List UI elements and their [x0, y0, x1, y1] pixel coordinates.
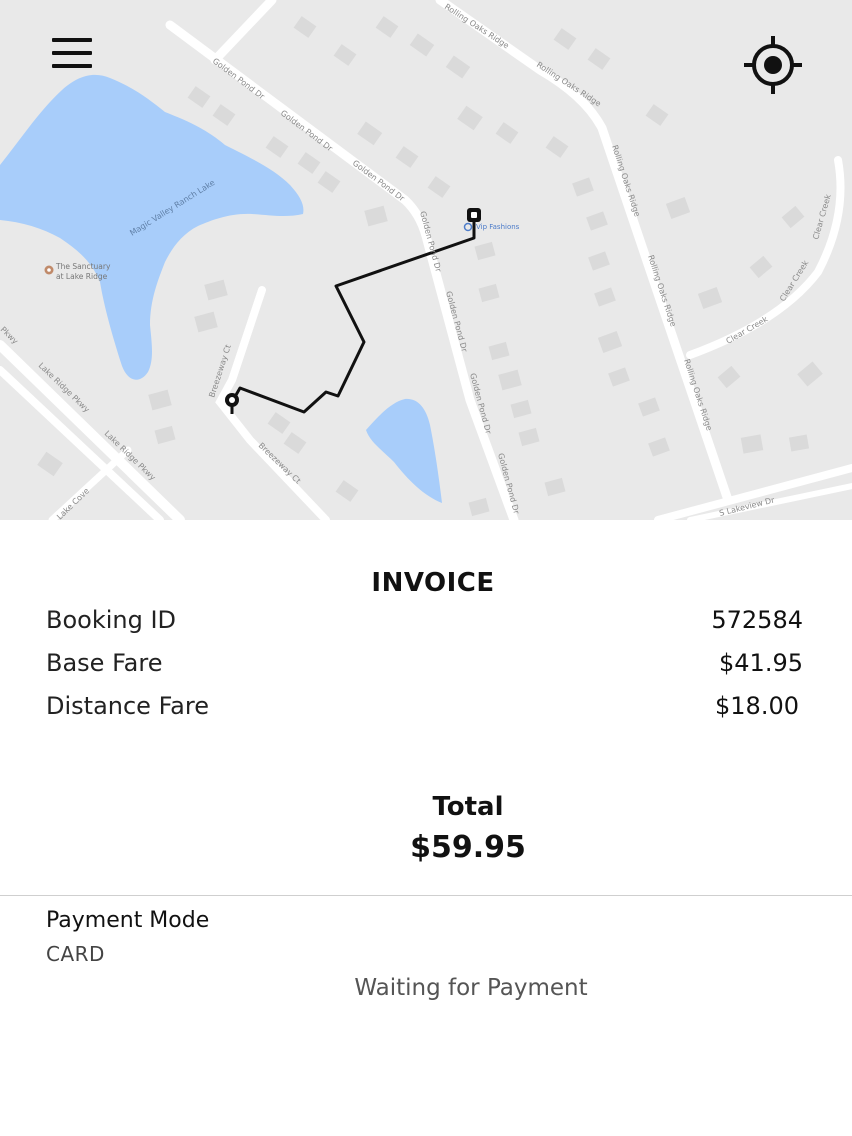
- total-value: $59.95: [410, 830, 526, 865]
- poi-label-line2: at Lake Ridge: [56, 272, 108, 281]
- divider: [0, 895, 852, 896]
- total-label: Total: [432, 792, 504, 822]
- crosshair-locate-icon: [744, 36, 802, 94]
- payment-mode-label: Payment Mode: [46, 908, 210, 933]
- invoice-panel: INVOICE Booking ID 572584 Base Fare $41.…: [0, 520, 852, 1136]
- distance-fare-value: $18.00: [715, 692, 799, 720]
- map-canvas[interactable]: Magic Valley Ranch Lake The Sanctuary at…: [0, 0, 852, 520]
- payment-status-text: Waiting for Payment: [354, 975, 588, 1001]
- invoice-row-booking-id: Booking ID 572584: [46, 606, 803, 640]
- payment-mode-value: CARD: [46, 942, 105, 966]
- poi-label-line1: The Sanctuary: [55, 262, 111, 271]
- booking-id-label: Booking ID: [46, 606, 177, 634]
- invoice-title: INVOICE: [371, 568, 495, 598]
- invoice-row-distance-fare: Distance Fare $18.00: [46, 692, 803, 726]
- base-fare-value: $41.95: [719, 649, 803, 677]
- distance-fare-label: Distance Fare: [46, 692, 209, 720]
- menu-button[interactable]: [44, 30, 100, 76]
- base-fare-label: Base Fare: [46, 649, 163, 677]
- map-view[interactable]: Magic Valley Ranch Lake The Sanctuary at…: [0, 0, 852, 520]
- shop-label: Vip Fashions: [476, 223, 520, 231]
- invoice-row-base-fare: Base Fare $41.95: [46, 649, 803, 683]
- booking-id-value: 572584: [711, 606, 803, 634]
- locate-me-button[interactable]: [742, 34, 804, 96]
- poi-sanctuary-icon: [44, 265, 54, 275]
